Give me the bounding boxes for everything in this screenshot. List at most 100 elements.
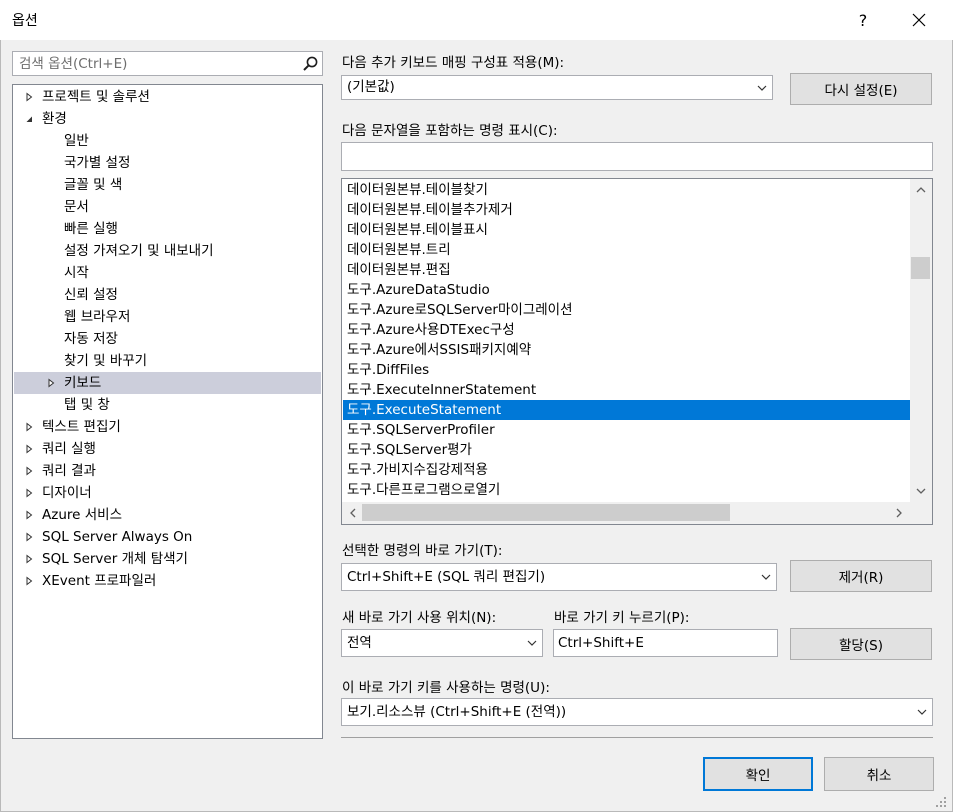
- tree-item[interactable]: SQL Server 개체 탐색기: [14, 548, 321, 570]
- chevron-left-icon: [350, 508, 356, 518]
- command-list-item[interactable]: 데이터원본뷰.테이블추가제거: [343, 200, 910, 220]
- horizontal-scrollbar[interactable]: [342, 502, 910, 524]
- scroll-up-button[interactable]: [912, 181, 930, 199]
- cancel-button-label: 취소: [866, 768, 892, 784]
- expand-arrow-icon[interactable]: [22, 416, 36, 438]
- expand-arrow-icon[interactable]: [22, 504, 36, 526]
- vertical-scrollbar[interactable]: [910, 179, 932, 502]
- search-box: [12, 51, 323, 76]
- resize-grip-icon[interactable]: [932, 793, 948, 809]
- tree-item-label: 설정 가져오기 및 내보내기: [64, 243, 214, 259]
- press-keys-box: [553, 629, 778, 657]
- tree-item-label: 탭 및 창: [64, 397, 110, 413]
- tree-item[interactable]: 일반: [14, 130, 321, 152]
- tree-item-label: 쿼리 결과: [42, 463, 96, 479]
- command-list[interactable]: 데이터원본뷰.테이블찾기 데이터원본뷰.테이블추가제거 데이터원본뷰.테이블표시 데이…: [341, 178, 933, 525]
- remove-button[interactable]: 제거(R): [790, 560, 932, 592]
- scope-select[interactable]: 전역: [341, 629, 543, 657]
- tree-item[interactable]: 신뢰 설정: [14, 284, 321, 306]
- search-icon[interactable]: [301, 55, 319, 73]
- command-list-item[interactable]: 데이터원본뷰.테이블찾기: [343, 180, 910, 200]
- chevron-down-icon: [527, 640, 537, 646]
- expand-arrow-icon[interactable]: [22, 570, 36, 592]
- chevron-down-icon: [757, 85, 767, 91]
- command-list-item[interactable]: 도구.가비지수집강제적용: [343, 460, 910, 480]
- tree-item-label: Azure 서비스: [42, 507, 122, 523]
- command-list-item[interactable]: 도구.다른프로그램으로열기: [343, 480, 910, 500]
- cancel-button[interactable]: 취소: [824, 757, 934, 791]
- vertical-scroll-thumb[interactable]: [911, 257, 930, 279]
- search-input[interactable]: [13, 52, 293, 75]
- scroll-right-button[interactable]: [890, 504, 908, 522]
- command-list-item[interactable]: 도구.ExecuteInnerStatement: [343, 380, 910, 400]
- expand-arrow-icon[interactable]: [22, 482, 36, 504]
- command-list-item[interactable]: 데이터원본뷰.편집: [343, 260, 910, 280]
- command-list-item[interactable]: 데이터원본뷰.테이블표시: [343, 220, 910, 240]
- horizontal-scroll-thumb[interactable]: [362, 504, 730, 521]
- tree-item-label: 디자이너: [42, 485, 92, 501]
- tree-item[interactable]: 설정 가져오기 및 내보내기: [14, 240, 321, 262]
- command-list-item[interactable]: 도구.SQLServer평가: [343, 440, 910, 460]
- expand-arrow-icon[interactable]: [22, 438, 36, 460]
- tree-item[interactable]: 텍스트 편집기: [14, 416, 321, 438]
- expand-arrow-icon[interactable]: [22, 548, 36, 570]
- tree-item-label: 문서: [64, 199, 89, 215]
- tree-item[interactable]: 쿼리 실행: [14, 438, 321, 460]
- scroll-down-button[interactable]: [912, 482, 930, 500]
- tree-item[interactable]: 디자이너: [14, 482, 321, 504]
- tree-item-label: 찾기 및 바꾸기: [64, 353, 148, 369]
- command-list-item[interactable]: 도구.Azure에서SSIS패키지예약: [343, 340, 910, 360]
- mapping-scheme-select[interactable]: (기본값): [341, 75, 773, 100]
- expand-arrow-icon[interactable]: [22, 526, 36, 548]
- tree-item[interactable]: 문서: [14, 196, 321, 218]
- tree-item[interactable]: 글꼴 및 색: [14, 174, 321, 196]
- command-list-item[interactable]: 도구.DiffFiles: [343, 360, 910, 380]
- scroll-left-button[interactable]: [344, 504, 362, 522]
- shortcut-select[interactable]: Ctrl+Shift+E (SQL 쿼리 편집기): [341, 563, 777, 591]
- tree-item[interactable]: 찾기 및 바꾸기: [14, 350, 321, 372]
- command-list-item[interactable]: 도구.Azure사용DTExec구성: [343, 320, 910, 340]
- tree-item[interactable]: 환경: [14, 108, 321, 130]
- close-button[interactable]: [899, 6, 939, 34]
- tree-item-label: 프로젝트 및 솔루션: [42, 89, 150, 105]
- command-filter-box: [341, 142, 933, 171]
- tree-item-label: 글꼴 및 색: [64, 177, 123, 193]
- chevron-down-icon: [916, 488, 926, 494]
- command-list-item[interactable]: 도구.SQLServerProfiler: [343, 420, 910, 440]
- press-keys-label: 바로 가기 키 누르기(P):: [554, 610, 690, 626]
- options-tree[interactable]: 프로젝트 및 솔루션환경 일반 국가별 설정글꼴 및 색문서빠른 실행설정 가져오기…: [12, 84, 323, 739]
- ok-button-label: 확인: [745, 768, 771, 784]
- used-by-select[interactable]: 보기.리소스뷰 (Ctrl+Shift+E (전역)): [341, 698, 933, 726]
- command-filter-input[interactable]: [342, 143, 932, 169]
- tree-item[interactable]: 웹 브라우저: [14, 306, 321, 328]
- expand-arrow-icon[interactable]: [22, 86, 36, 108]
- command-list-item[interactable]: 데이터원본뷰.트리: [343, 240, 910, 260]
- tree-item[interactable]: 프로젝트 및 솔루션: [14, 86, 321, 108]
- tree-item[interactable]: Azure 서비스: [14, 504, 321, 526]
- command-list-item[interactable]: 도구.AzureDataStudio: [343, 280, 910, 300]
- ok-button[interactable]: 확인: [703, 757, 813, 791]
- tree-item[interactable]: 쿼리 결과: [14, 460, 321, 482]
- expand-arrow-icon[interactable]: [44, 372, 58, 394]
- command-list-item[interactable]: 도구.ExecuteStatement: [343, 400, 910, 420]
- scope-value: 전역: [347, 635, 372, 651]
- reset-button-label: 다시 설정(E): [824, 83, 898, 99]
- help-button[interactable]: ?: [843, 6, 883, 34]
- tree-item-label: 웹 브라우저: [64, 309, 131, 325]
- tree-item[interactable]: 자동 저장: [14, 328, 321, 350]
- tree-item[interactable]: 키보드: [14, 372, 321, 394]
- assign-button[interactable]: 할당(S): [790, 628, 932, 660]
- tree-item-label: 시작: [64, 265, 89, 281]
- reset-button[interactable]: 다시 설정(E): [790, 73, 932, 105]
- tree-item[interactable]: 탭 및 창: [14, 394, 321, 416]
- expand-arrow-icon[interactable]: [22, 460, 36, 482]
- tree-item[interactable]: 시작: [14, 262, 321, 284]
- tree-item[interactable]: 국가별 설정: [14, 152, 321, 174]
- press-keys-input[interactable]: [554, 630, 777, 656]
- close-icon: [912, 13, 926, 27]
- tree-item[interactable]: XEvent 프로파일러: [14, 570, 321, 592]
- tree-item[interactable]: 빠른 실행: [14, 218, 321, 240]
- collapse-arrow-icon[interactable]: [22, 108, 36, 130]
- tree-item[interactable]: SQL Server Always On: [14, 526, 321, 548]
- command-list-item[interactable]: 도구.Azure로SQLServer마이그레이션: [343, 300, 910, 320]
